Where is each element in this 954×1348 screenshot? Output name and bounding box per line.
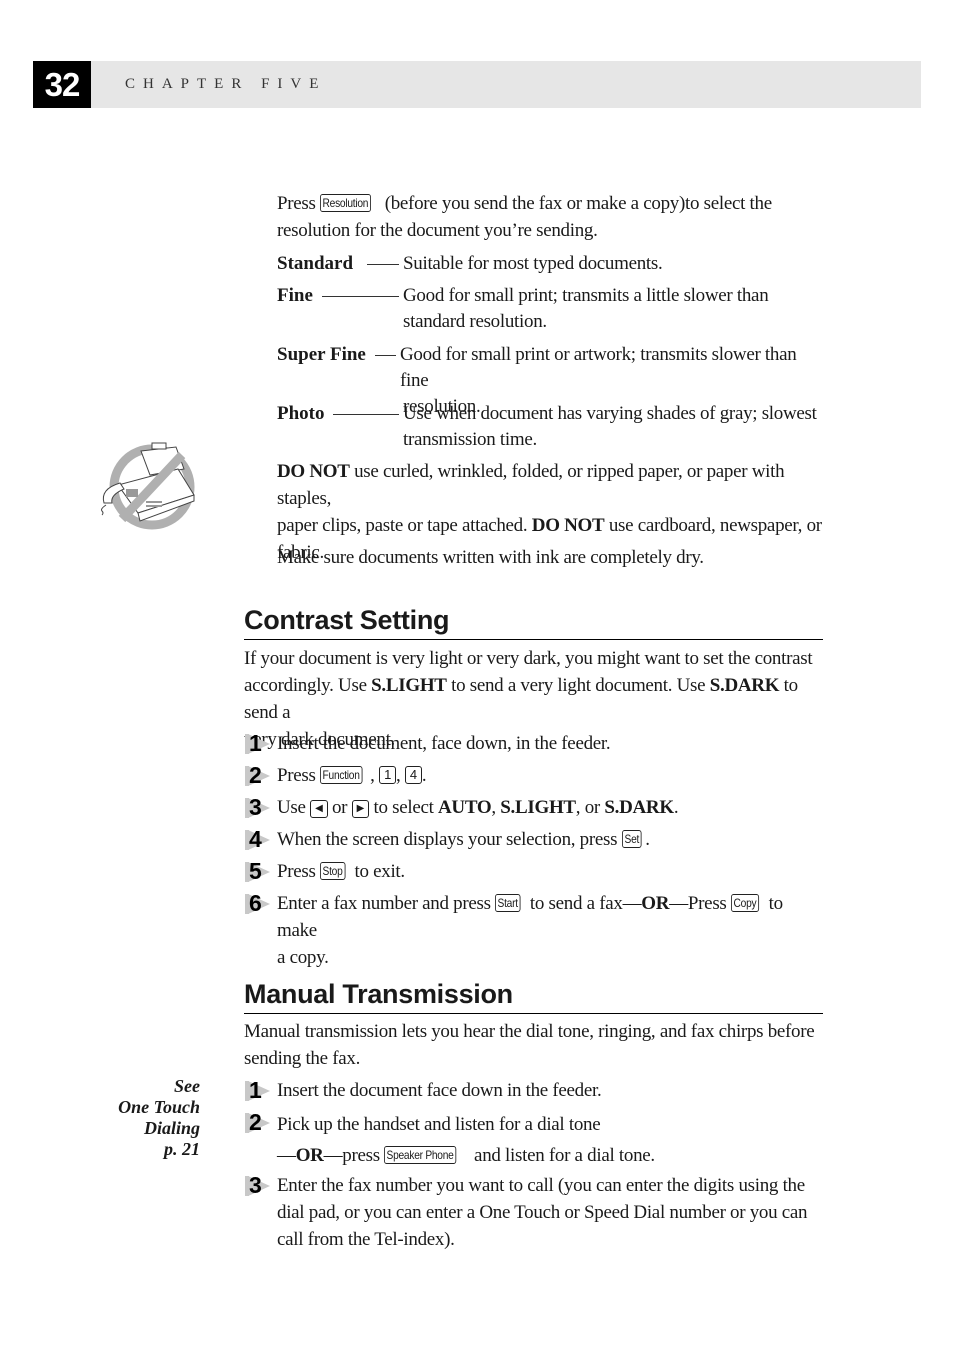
step-number-1: 1 xyxy=(244,730,274,756)
resolution-intro: Press Resolution (before you send the fa… xyxy=(277,190,772,244)
section-title-contrast: Contrast Setting xyxy=(244,605,450,635)
option-term-super-fine: Super Fine xyxy=(277,344,366,365)
manual-step-1: Insert the document face down in the fee… xyxy=(277,1080,602,1101)
option-term-photo: Photo xyxy=(277,403,325,424)
contrast-step-1: Insert the document, face down, in the f… xyxy=(277,733,611,754)
right-arrow-key-icon: ▶ xyxy=(351,800,370,818)
intro-text: Press xyxy=(277,193,316,214)
leader-dash xyxy=(375,355,396,356)
step-number-2: 2 xyxy=(244,762,274,788)
option-def-fine: Good for small print; transmits a little… xyxy=(403,285,769,332)
step-number-5: 5 xyxy=(244,858,274,884)
see-one-touch-dialing-note: See One Touch Dialing p. 21 xyxy=(118,1076,200,1159)
section-rule xyxy=(244,639,823,640)
manual-step-3: Enter the fax number you want to call (y… xyxy=(277,1175,808,1250)
contrast-step-4: When the screen displays your selection,… xyxy=(277,829,650,850)
contrast-step-5: Press Stop to exit. xyxy=(277,861,405,882)
contrast-step-2: Press Function , 1, 4. xyxy=(277,765,427,786)
left-arrow-key-icon: ◀ xyxy=(310,800,328,818)
manual-intro: Manual transmission lets you hear the di… xyxy=(244,1021,815,1069)
ink-note: Make sure documents written with ink are… xyxy=(277,547,704,568)
contrast-step-3: Use ◀ or ▶ to select AUTO, S.LIGHT, or S… xyxy=(277,797,679,818)
section-rule xyxy=(244,1013,823,1014)
step-number-3: 3 xyxy=(244,794,274,820)
step-number-4: 4 xyxy=(244,826,274,852)
step-number-3: 3 xyxy=(244,1172,274,1198)
leader-dash xyxy=(322,296,399,297)
set-key: Set xyxy=(621,830,642,848)
option-def-photo: Use when document has varying shades of … xyxy=(403,403,817,450)
step-number-2: 2 xyxy=(244,1109,274,1135)
option-def-standard: Suitable for most typed documents. xyxy=(403,253,663,274)
manual-step-2: Pick up the handset and listen for a dia… xyxy=(277,1114,655,1166)
contrast-step-6: Enter a fax number and press Start to se… xyxy=(277,893,783,968)
leader-dash xyxy=(367,264,399,265)
page-number: 32 xyxy=(33,61,91,108)
start-key: Start xyxy=(495,894,521,912)
function-key: Function xyxy=(320,766,363,784)
key-1: 1 xyxy=(379,766,397,784)
leader-dash xyxy=(333,414,399,415)
step-number-1: 1 xyxy=(244,1077,274,1103)
copy-key: Copy xyxy=(730,894,759,912)
no-fax-icon xyxy=(96,441,200,533)
key-4: 4 xyxy=(404,766,422,784)
option-term-standard: Standard xyxy=(277,253,354,274)
option-term-fine: Fine xyxy=(277,285,313,306)
stop-key: Stop xyxy=(320,862,346,880)
section-title-manual: Manual Transmission xyxy=(244,979,513,1009)
speaker-phone-key: Speaker Phone xyxy=(384,1146,457,1164)
intro-text: resolution for the document you’re sendi… xyxy=(277,220,598,241)
chapter-title: CHAPTER FIVE xyxy=(125,76,327,92)
resolution-key: Resolution xyxy=(320,194,371,212)
step-number-6: 6 xyxy=(244,890,274,916)
intro-text: (before you send the fax or make a copy)… xyxy=(384,193,772,214)
